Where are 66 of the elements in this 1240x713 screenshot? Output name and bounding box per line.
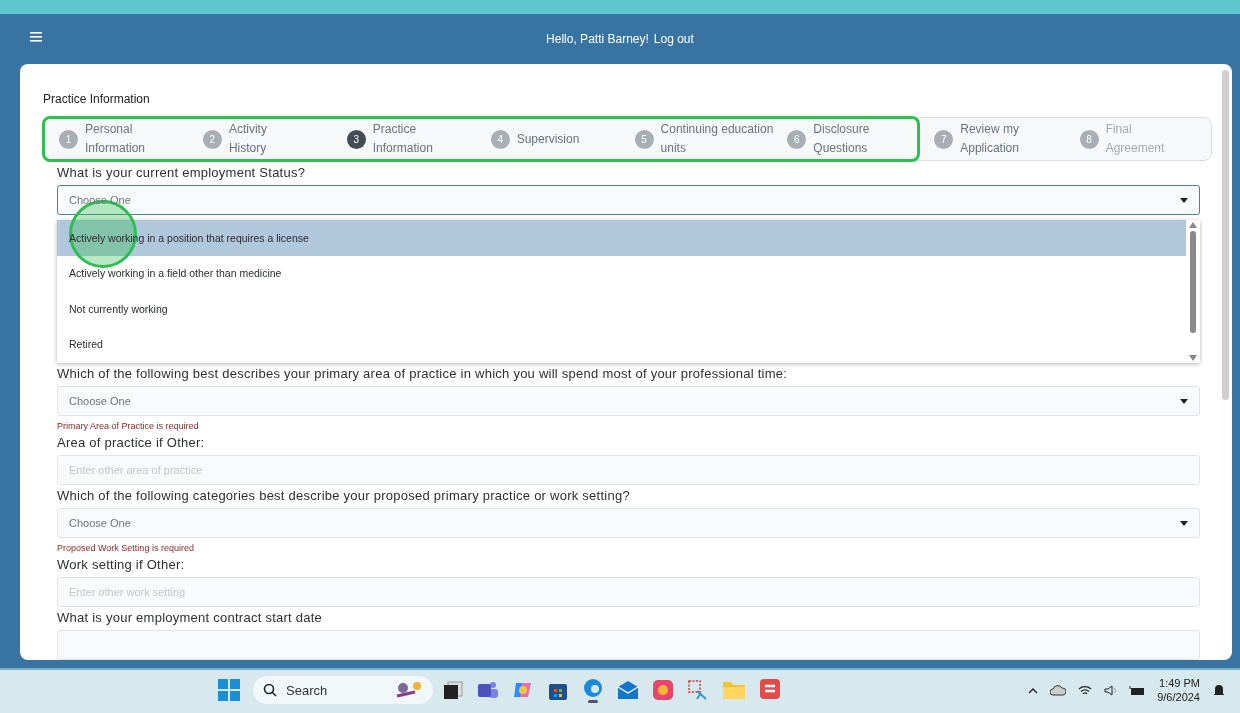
clock-time[interactable]: 1:49 PM	[1157, 676, 1200, 690]
step-label: Final Agreement	[1105, 121, 1165, 157]
mail-icon[interactable]	[617, 680, 639, 700]
cloud-icon[interactable]	[1050, 684, 1067, 696]
task-view-icon[interactable]	[442, 680, 464, 700]
question-label: What is your current employment Status?	[57, 164, 307, 181]
step-tab[interactable]: 1 Personal Information	[45, 119, 189, 159]
select-field[interactable]: Choose One	[57, 386, 1200, 416]
question-label: Which of the following categories best describe your proposed primary practice or work setting?	[57, 487, 631, 504]
error-message: Primary Area of Practice is required	[57, 421, 200, 432]
scroll-down-icon[interactable]	[1189, 355, 1197, 361]
greeting-text: Hello, Patti Barney!	[546, 32, 649, 46]
clock-date[interactable]: 9/6/2024	[1157, 690, 1200, 704]
app-icon[interactable]	[759, 678, 781, 702]
windows-start-icon[interactable]	[218, 679, 240, 701]
scroll-up-icon[interactable]	[1189, 222, 1197, 228]
question-label: Which of the following best describes your primary area of practice in which you will spend most of your professional time:	[57, 365, 789, 382]
search-icon	[263, 683, 277, 697]
error-message: Proposed Work Setting is required	[57, 543, 195, 554]
select-field[interactable]: Choose One	[57, 185, 1200, 215]
caret-icon	[1180, 398, 1188, 404]
question-label: What is your employment contract start date	[57, 609, 324, 626]
wifi-icon[interactable]	[1078, 684, 1093, 696]
step-label: Supervision	[516, 130, 580, 148]
teams-icon[interactable]	[477, 680, 499, 700]
date-field[interactable]	[57, 630, 1200, 660]
step-number: 3	[346, 129, 366, 149]
snipping-tool-icon[interactable]	[687, 679, 709, 701]
search-field[interactable]: Search	[253, 676, 433, 704]
caret-icon	[1180, 197, 1188, 203]
step-number: 4	[490, 129, 510, 149]
step-number: 8	[1079, 129, 1099, 149]
dropdown-option[interactable]: Retired	[57, 326, 1186, 362]
step-tab[interactable]: 5 Continuing education units	[620, 119, 774, 159]
step-label: Disclosure Questions	[813, 121, 870, 157]
step-label: Review my Application	[960, 121, 1019, 157]
browser-icon[interactable]	[582, 677, 604, 703]
step-number: 2	[202, 129, 222, 149]
step-tab[interactable]: 6 Disclosure Questions	[773, 119, 918, 159]
question-label: Work setting if Other:	[57, 556, 186, 573]
creative-cloud-icon[interactable]	[652, 679, 674, 701]
step-tab[interactable]: 3 Practice Information	[332, 119, 477, 159]
select-field[interactable]: Choose One	[57, 508, 1200, 538]
notification-bell-icon[interactable]	[1212, 683, 1226, 697]
step-tab[interactable]: 2 Activity History	[188, 119, 333, 159]
battery-icon[interactable]	[1129, 684, 1146, 696]
dropdown-option[interactable]: Actively working in a field other than medicine	[57, 255, 1186, 291]
step-number: 6	[787, 129, 807, 149]
step-label: Activity History	[228, 121, 267, 157]
caret-icon	[1180, 520, 1188, 526]
step-number: 5	[634, 129, 654, 149]
question-label: Area of practice if Other:	[57, 434, 206, 451]
speaker-icon[interactable]	[1104, 684, 1118, 696]
step-number: 7	[934, 129, 954, 149]
step-tab[interactable]: 7 Review my Application	[920, 118, 1066, 160]
logout-link[interactable]: Log out	[653, 32, 694, 46]
chevron-up-icon[interactable]	[1028, 686, 1039, 694]
menu-icon[interactable]	[30, 32, 42, 42]
scrollbar[interactable]	[1186, 220, 1200, 363]
step-label: Practice Information	[372, 121, 433, 157]
page-title: Practice Information	[43, 92, 150, 106]
step-number: 1	[59, 129, 78, 149]
dropdown-option[interactable]: Not currently working	[57, 291, 1186, 327]
step-label: Personal Information	[85, 121, 146, 157]
step-label: Continuing education units	[660, 121, 774, 157]
step-tab[interactable]: 4 Supervision	[476, 119, 621, 159]
